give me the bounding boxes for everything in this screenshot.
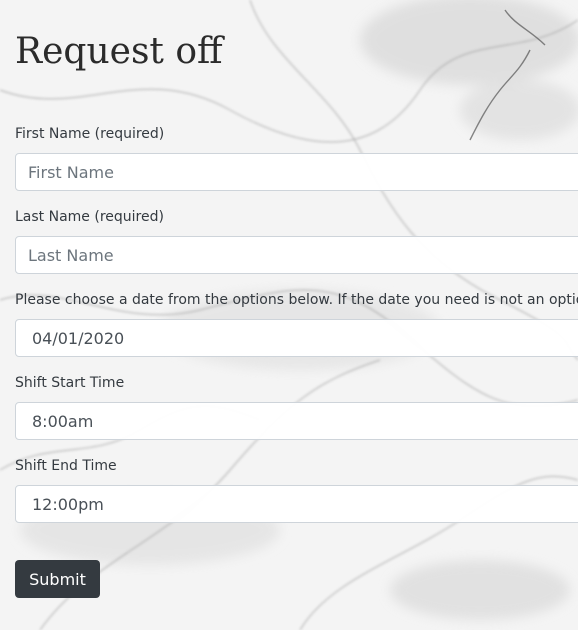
submit-button[interactable]: Submit xyxy=(15,560,100,598)
date-select[interactable]: 04/01/2020 xyxy=(15,319,578,357)
date-selected-value: 04/01/2020 xyxy=(32,328,125,348)
shift-end-select[interactable]: 12:00pm xyxy=(15,485,578,523)
date-instructions-label: Please choose a date from the options be… xyxy=(15,292,578,308)
shift-start-label: Shift Start Time xyxy=(15,375,125,391)
first-name-label: First Name (required) xyxy=(15,126,165,142)
request-off-page: Request off First Name (required) Last N… xyxy=(0,0,578,630)
first-name-input[interactable] xyxy=(15,153,578,191)
shift-end-selected-value: 12:00pm xyxy=(32,494,104,514)
shift-start-select[interactable]: 8:00am xyxy=(15,402,578,440)
page-title: Request off xyxy=(15,31,223,72)
last-name-input[interactable] xyxy=(15,236,578,274)
shift-start-selected-value: 8:00am xyxy=(32,411,94,431)
last-name-label: Last Name (required) xyxy=(15,209,164,225)
shift-end-label: Shift End Time xyxy=(15,458,117,474)
